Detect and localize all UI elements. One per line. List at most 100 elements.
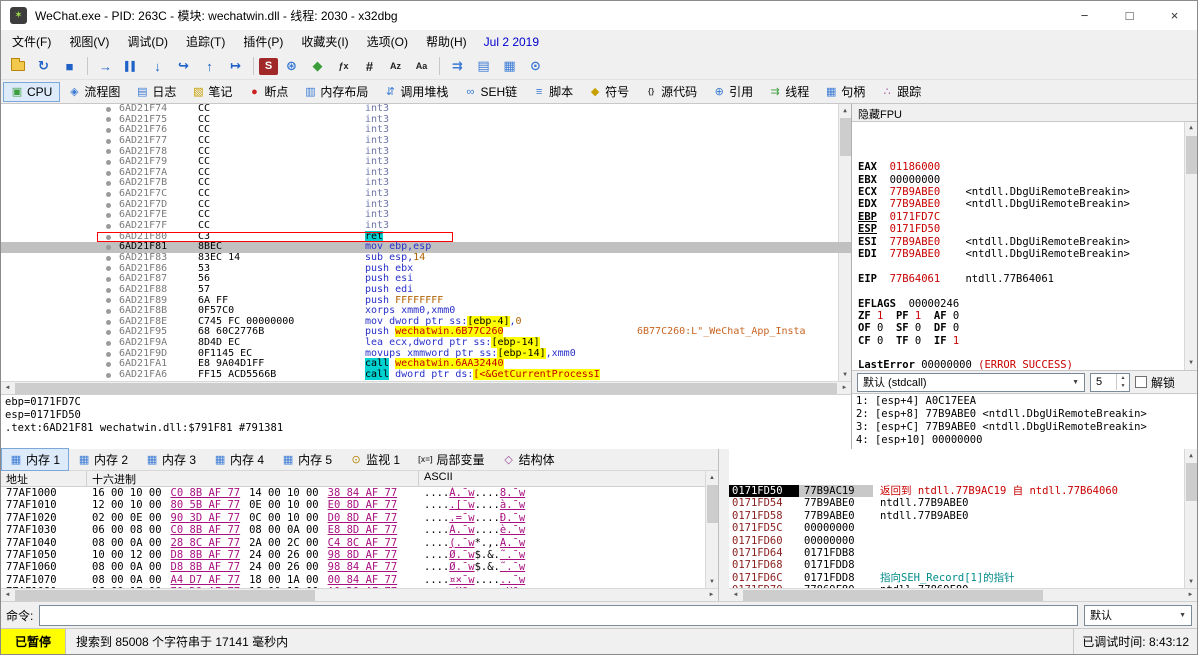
tab-handles[interactable]: ▦句柄 [817,80,873,103]
command-input[interactable] [39,605,1078,626]
tab-seh[interactable]: ∞SEH链 [456,80,525,103]
windows-button[interactable]: ▦ [497,55,522,78]
argument-row[interactable]: 4: [esp+10] 00000000 [856,434,1193,447]
minimize-button[interactable]: − [1062,1,1107,30]
scroll-thumb[interactable] [1186,463,1197,501]
tab-dump4[interactable]: ▦内存 4 [205,448,273,471]
registers-view[interactable]: ▲ ▼ EAX 01186000EBX 00000000ECX 77B9ABE0… [852,122,1197,370]
argument-row[interactable]: 3: [esp+C] 77B9ABE0 <ntdll.DbgUiRemoteBr… [856,421,1193,434]
tab-breakpoints[interactable]: ●断点 [240,80,296,103]
dump-vscrollbar[interactable]: ▲ ▼ [705,471,718,588]
execute-till-return-button[interactable]: ↑ [197,55,222,78]
scroll-left-icon[interactable]: ◄ [1,382,14,395]
tab-dump3[interactable]: ▦内存 3 [137,448,205,471]
menu-item-4[interactable]: 追踪(T) [177,30,234,53]
menu-item-5[interactable]: 插件(P) [234,30,292,53]
tab-source[interactable]: {}源代码 [637,80,705,103]
tab-dump2[interactable]: ▦内存 2 [69,448,137,471]
arguments-view[interactable]: 1: [esp+4] A0C17EEA2: [esp+8] 77B9ABE0 <… [852,394,1197,449]
hide-fpu-button[interactable]: 隐藏FPU [852,104,1197,122]
stack-row[interactable]: 0171FD680171FDD8 [729,559,1184,571]
argument-row[interactable]: 2: [esp+8] 77B9ABE0 <ntdll.DbgUiRemoteBr… [856,408,1193,421]
scroll-thumb[interactable] [15,590,315,601]
pause-button[interactable]: ▌▌ [119,55,144,78]
stack-row[interactable]: 0171FD640171FDB8 [729,547,1184,559]
tab-threads[interactable]: ⇉线程 [761,80,817,103]
argument-count-spinner[interactable]: 5 ▲▼ [1090,373,1130,392]
stack-row[interactable]: 0171FD6C0171FDD8指向SEH_Record[1]的指针 [729,572,1184,584]
disasm-view[interactable]: ▲ ▼ 6AD21F74CCint36AD21F75CCint36AD21F76… [1,104,851,381]
stack-hscrollbar[interactable]: ◄ ► [729,588,1197,601]
register-row[interactable]: EIP 77B64061 ntdll.77B64061 [858,273,1183,285]
memory-map-button[interactable]: ▤ [471,55,496,78]
command-profile-select[interactable]: 默认 ▼ [1084,605,1192,626]
maximize-button[interactable]: □ [1107,1,1152,30]
scroll-right-icon[interactable]: ► [838,382,851,395]
tab-watch1[interactable]: ⊙监视 1 [341,448,409,471]
stack-row[interactable]: 0171FD5077B9AC19返回到 ntdll.77B9AC19 自 ntd… [729,485,1184,497]
tab-trace[interactable]: ∴跟踪 [873,80,929,103]
restart-button[interactable]: ↻ [31,55,56,78]
dump-rows[interactable]: 77AF100016 00 10 00C0 8B AF 7714 00 10 0… [1,487,705,588]
dump-row[interactable]: 77AF100016 00 10 00C0 8B AF 7714 00 10 0… [1,487,705,499]
register-row[interactable] [858,285,1183,297]
tab-dump1[interactable]: ▦内存 1 [1,448,69,471]
disasm-row[interactable]: 6AD21F8383EC 14sub esp,14 [1,253,851,264]
scroll-left-icon[interactable]: ◄ [729,589,742,602]
menu-item-6[interactable]: 收藏夹(I) [292,30,357,53]
step-into-button[interactable]: ↓ [145,55,170,78]
unlock-checkbox[interactable]: 解锁 [1135,374,1175,391]
time-button[interactable]: ⊙ [523,55,548,78]
stack-row[interactable]: 0171FD6000000000 [729,535,1184,547]
fx-button[interactable]: ƒx [331,55,356,78]
scroll-down-icon[interactable]: ▼ [1185,357,1198,370]
step-over-button[interactable]: ↪ [171,55,196,78]
run-button[interactable]: → [93,55,118,78]
register-row[interactable]: EFLAGS 00000246 [858,298,1183,310]
dump-row[interactable]: 77AF102002 00 0E 0090 3D AF 770C 00 10 0… [1,512,705,524]
menu-item-1[interactable]: 文件(F) [3,30,60,53]
register-row[interactable] [858,260,1183,272]
tab-locals[interactable]: [x=]局部变量 [409,448,493,471]
scroll-thumb[interactable] [707,485,718,523]
open-file-button[interactable] [5,55,30,78]
register-row[interactable]: ECX 77B9ABE0 <ntdll.DbgUiRemoteBreakin> [858,186,1183,198]
tab-notes[interactable]: ▧笔记 [184,80,240,103]
scroll-up-icon[interactable]: ▲ [1185,122,1198,135]
register-row[interactable]: OF 0 SF 0 DF 0 [858,322,1183,334]
tab-cpu[interactable]: ▣CPU [3,82,60,102]
tab-call-stack[interactable]: ⇵调用堆栈 [376,80,456,103]
menu-item-3[interactable]: 调试(D) [118,30,177,53]
tab-struct[interactable]: ◇结构体 [494,448,564,471]
run-to-user-code-button[interactable]: ↦ [223,55,248,78]
disasm-row[interactable]: 6AD21F77CCint3 [1,136,851,147]
stack-vscrollbar[interactable]: ▲ ▼ [1184,449,1197,588]
scroll-down-icon[interactable]: ▼ [706,575,719,588]
settings-button[interactable]: ⊛ [279,55,304,78]
scroll-right-icon[interactable]: ► [1184,589,1197,602]
scroll-up-icon[interactable]: ▲ [706,471,719,484]
menu-item-8[interactable]: 帮助(H) [417,30,476,53]
tab-log[interactable]: ▤日志 [128,80,184,103]
dump-row[interactable]: 77AF106008 00 0A 00D8 8B AF 7724 00 26 0… [1,561,705,573]
register-row[interactable]: ESP 0171FD50 [858,223,1183,235]
scylla-button[interactable]: S [259,58,278,75]
scroll-down-icon[interactable]: ▼ [1185,575,1198,588]
close-button[interactable]: × [1152,1,1197,30]
stack-row[interactable]: 0171FD7077869F80ntdll.77869F80 [729,584,1184,588]
stack-row[interactable]: 0171FD5C00000000 [729,522,1184,534]
stack-rows[interactable]: ▲ ▼ 0171FD5077B9AC19返回到 ntdll.77B9AC19 自… [729,449,1197,588]
dump-row[interactable]: 77AF104008 00 0A 0028 8C AF 772A 00 2C 0… [1,537,705,549]
scroll-thumb[interactable] [15,383,837,394]
register-row[interactable]: ZF 1 PF 1 AF 0 [858,310,1183,322]
scroll-thumb[interactable] [743,590,1043,601]
plugins-button[interactable]: ◆ [305,55,330,78]
dump-row[interactable]: 77AF107008 00 0A 00A4 D7 AF 7718 00 1A 0… [1,574,705,586]
register-row[interactable]: CF 0 TF 0 IF 1 [858,335,1183,347]
scroll-thumb[interactable] [1186,136,1197,174]
tab-script[interactable]: ≡脚本 [525,80,581,103]
register-row[interactable]: EBP 0171FD7C [858,211,1183,223]
argument-row[interactable]: 1: [esp+4] A0C17EEA [856,395,1193,408]
register-row[interactable]: ESI 77B9ABE0 <ntdll.DbgUiRemoteBreakin> [858,236,1183,248]
register-row[interactable]: LastError 00000000 (ERROR_SUCCESS) [858,359,1183,370]
